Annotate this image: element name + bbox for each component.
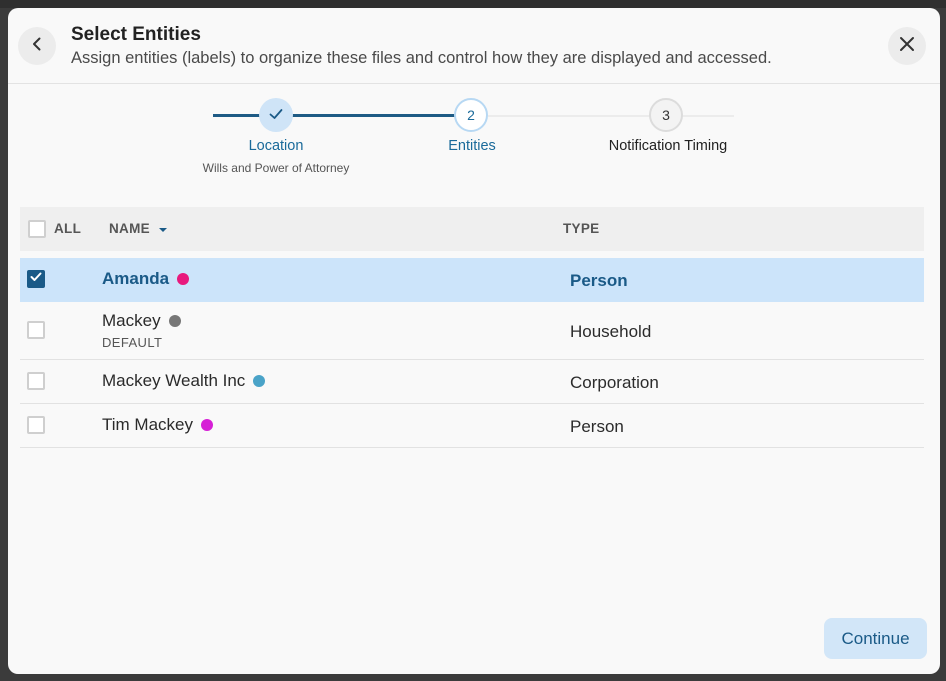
entity-name-label: Mackey Wealth Inc [102,371,246,390]
entity-type: Person [570,417,624,436]
row-checkbox[interactable] [27,270,45,288]
entity-name: Mackey Wealth Inc [102,371,266,391]
row-checkbox[interactable] [27,321,45,339]
step-2-indicator: 2 [454,98,488,132]
color-dot-icon [168,315,181,327]
step-1-label[interactable]: Location [196,138,356,154]
step-2-label: Entities [448,138,496,154]
row-checkbox[interactable] [27,416,45,434]
step-3-label: Notification Timing [608,138,728,154]
close-button[interactable] [888,27,926,65]
select-all-checkbox[interactable] [28,220,46,238]
color-dot-icon [201,419,213,431]
sort-down-icon [158,221,168,236]
backdrop [0,0,946,8]
select-all-label: ALL [54,221,82,236]
table-row[interactable]: Tim Mackey Person [20,404,924,448]
close-icon [899,36,915,57]
type-column-header: TYPE [563,221,600,236]
entity-type: Person [570,271,628,290]
progress-line-upcoming [488,115,734,117]
color-dot-icon [177,273,190,285]
table-row[interactable]: Mackey DEFAULT Household [20,302,924,360]
select-entities-dialog: Select Entities Assign entities (labels)… [8,8,940,674]
row-checkbox[interactable] [27,372,45,390]
checkmark-icon [30,270,42,288]
table-header: ALL NAME TYPE [20,207,924,251]
table-row[interactable]: Mackey Wealth Inc Corporation [20,360,924,404]
entity-name: Mackey [102,311,181,331]
entity-name: Amanda [102,269,190,289]
chevron-left-icon [30,37,44,56]
table-row[interactable]: Amanda Person [20,258,924,302]
entity-name-label: Amanda [102,269,170,288]
step-1-sublabel: Wills and Power of Attorney [202,161,350,175]
entity-type: Household [570,322,652,341]
entity-name-label: Tim Mackey [102,415,193,434]
entity-type: Corporation [570,373,659,392]
name-column-header[interactable]: NAME [109,221,168,236]
check-icon [268,106,284,125]
continue-button[interactable]: Continue [824,618,927,659]
default-badge: DEFAULT [102,335,163,350]
step-3-indicator: 3 [649,98,683,132]
entity-name-label: Mackey [102,311,161,330]
dialog-header: Select Entities Assign entities (labels)… [8,8,940,84]
entity-name: Tim Mackey [102,415,213,435]
step-1-indicator[interactable] [259,98,293,132]
color-dot-icon [253,375,266,387]
dialog-subtitle: Assign entities (labels) to organize the… [71,49,772,67]
progress-line-complete [213,114,460,117]
name-header-label: NAME [109,221,150,236]
dialog-title: Select Entities [71,24,201,45]
back-button[interactable] [18,27,56,65]
